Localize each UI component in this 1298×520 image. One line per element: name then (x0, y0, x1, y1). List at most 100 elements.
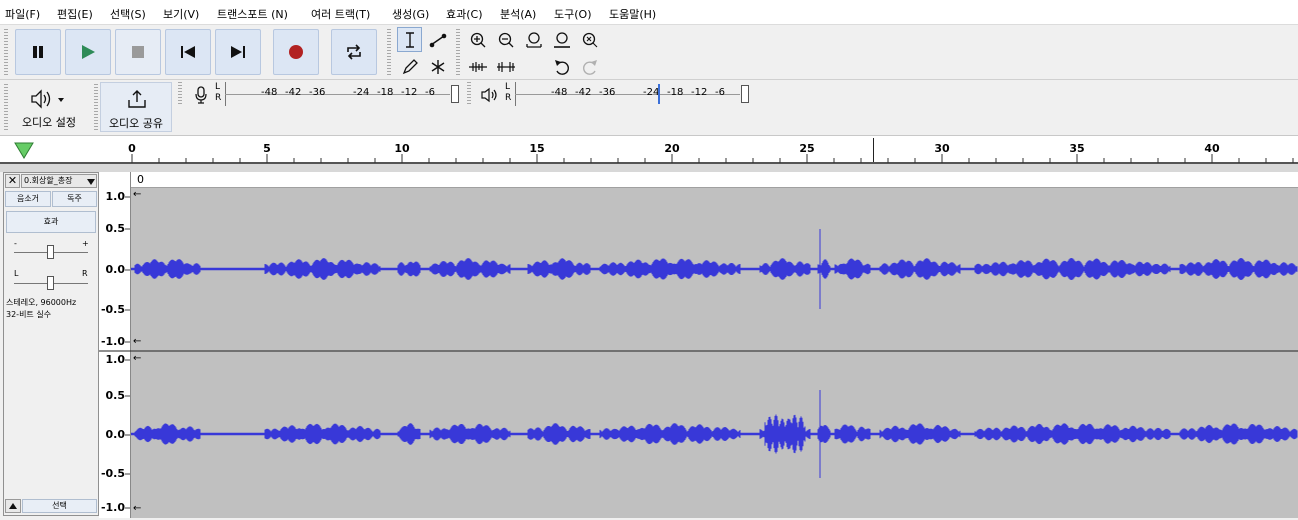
toolbar-grip[interactable] (4, 84, 8, 130)
solo-label: 독주 (67, 194, 82, 203)
waveform-area[interactable]: 0 ← ← ← ← (131, 172, 1298, 518)
selection-tool[interactable] (397, 27, 422, 52)
menu-help[interactable]: 도움말(H) (609, 6, 656, 22)
collapse-track-button[interactable] (5, 499, 21, 513)
undo-button[interactable] (549, 54, 574, 79)
menu-file[interactable]: 파일(F) (5, 6, 40, 22)
envelope-tool[interactable] (425, 27, 450, 52)
pause-button[interactable] (15, 29, 61, 75)
menu-generate[interactable]: 생성(G) (392, 6, 429, 22)
redo-icon (582, 59, 597, 75)
toolbar-grip[interactable] (456, 29, 460, 75)
amplitude-ruler[interactable]: 1.0 0.5 0.0 -0.5 -1.0 1.0 0.5 0.0 -0.5 -… (99, 172, 131, 518)
skip-to-end-button[interactable] (215, 29, 261, 75)
redo-button[interactable] (577, 54, 602, 79)
toolbar-grip[interactable] (94, 84, 98, 130)
zoom-out-button[interactable] (493, 27, 518, 52)
draw-tool[interactable] (397, 54, 422, 79)
chevron-down-icon (87, 179, 95, 185)
meter-tick: -42 (285, 87, 302, 98)
loop-button[interactable] (331, 29, 377, 75)
zoom-in-icon (470, 32, 485, 47)
play-meter-button[interactable] (477, 82, 502, 107)
asterisk-icon (431, 59, 444, 74)
meter-tick: -42 (575, 87, 592, 98)
trim-icon (468, 61, 487, 72)
toolbar-grip[interactable] (467, 82, 471, 106)
meter-channel-right: R (215, 93, 222, 103)
zoom-toggle-icon (582, 32, 597, 47)
menu-tools[interactable]: 도구(O) (554, 6, 591, 22)
meter-tick: -48 (551, 87, 568, 98)
silence-audio-button[interactable] (493, 54, 518, 79)
toolbar-grip[interactable] (387, 29, 391, 75)
mute-label: 음소거 (16, 194, 40, 203)
menu-tracks[interactable]: 여러 트랙(T) (311, 6, 370, 22)
toolbar-grip[interactable] (4, 29, 8, 75)
timeline-ruler[interactable]: 0 5 10 15 20 25 30 35 40 (0, 136, 1298, 164)
meter-tick: -24 (643, 87, 660, 98)
chevron-up-icon (9, 503, 17, 509)
select-label: 선택 (52, 501, 67, 510)
track-bit-depth-info: 32-비트 실수 (6, 310, 52, 319)
mute-button[interactable]: 음소거 (5, 191, 51, 207)
zoom-toggle-button[interactable] (577, 27, 602, 52)
fit-project-button[interactable] (549, 27, 574, 52)
menu-view[interactable]: 보기(V) (163, 6, 199, 22)
record-meter-slider[interactable] (451, 85, 459, 103)
left-channel-waveform (131, 229, 1298, 309)
stop-button[interactable] (115, 29, 161, 75)
record-meter[interactable]: L R -48 -42 -36 -24 -18 -12 -6 (213, 82, 461, 106)
gain-slider[interactable] (47, 245, 54, 259)
menu-effect[interactable]: 효과(C) (446, 6, 483, 22)
menu-analyze[interactable]: 분석(A) (500, 6, 536, 22)
zoom-out-icon (498, 32, 513, 47)
meter-tick: -12 (691, 87, 708, 98)
meter-channel-left: L (505, 82, 511, 92)
undo-icon (554, 59, 569, 75)
record-meter-button[interactable] (188, 82, 213, 107)
timeline-label: 35 (1069, 142, 1085, 155)
play-button[interactable] (65, 29, 111, 75)
play-icon (82, 45, 95, 59)
trim-audio-button[interactable] (465, 54, 490, 79)
microphone-icon (194, 85, 207, 104)
audio-share-button[interactable]: 오디오 공유 (100, 82, 172, 132)
record-button[interactable] (273, 29, 319, 75)
zoom-in-button[interactable] (465, 27, 490, 52)
toolbar-grip[interactable] (178, 82, 182, 106)
envelope-icon (429, 33, 446, 47)
menu-select[interactable]: 선택(S) (110, 6, 146, 22)
multi-tool[interactable] (425, 54, 450, 79)
fit-selection-button[interactable] (521, 27, 546, 52)
pause-icon (33, 46, 43, 58)
menu-edit[interactable]: 편집(E) (57, 6, 93, 22)
meter-tick: -24 (353, 87, 370, 98)
play-meter-slider[interactable] (741, 85, 749, 103)
meter-tick: -36 (599, 87, 616, 98)
audio-setup-button[interactable]: 오디오 설정 (12, 82, 86, 132)
play-meter[interactable]: L R -48 -42 -36 -24 -18 -12 -6 (503, 82, 751, 106)
select-track-button[interactable]: 선택 (22, 499, 97, 513)
skip-to-start-icon (181, 46, 195, 58)
track-name: 0.회상할_총장 (24, 176, 73, 185)
effects-button[interactable]: 효과 (6, 211, 96, 233)
pan-slider[interactable] (47, 276, 54, 290)
track-control-panel[interactable]: ✕ 0.회상할_총장 음소거 독주 효과 - + L R 스테레오, 96000… (3, 172, 99, 516)
waveform (131, 229, 1298, 478)
skip-to-start-button[interactable] (165, 29, 211, 75)
ruler-ticks (131, 154, 1294, 163)
menu-transport[interactable]: 트랜스포트 (N) (217, 6, 288, 22)
zoom-selection-icon (525, 31, 542, 48)
playback-level-marker (658, 84, 660, 104)
audio-share-label: 오디오 공유 (108, 117, 164, 130)
arrow-left-icon: ← (133, 353, 142, 364)
timeline-label: 40 (1204, 142, 1220, 155)
stop-icon (132, 46, 144, 58)
timeline-label: 25 (799, 142, 815, 155)
solo-button[interactable]: 독주 (52, 191, 97, 207)
pan-left-label: L (14, 269, 19, 278)
meter-channel-right: R (505, 93, 512, 103)
close-track-button[interactable]: ✕ (5, 174, 20, 188)
cursor-position-marker (873, 138, 874, 162)
